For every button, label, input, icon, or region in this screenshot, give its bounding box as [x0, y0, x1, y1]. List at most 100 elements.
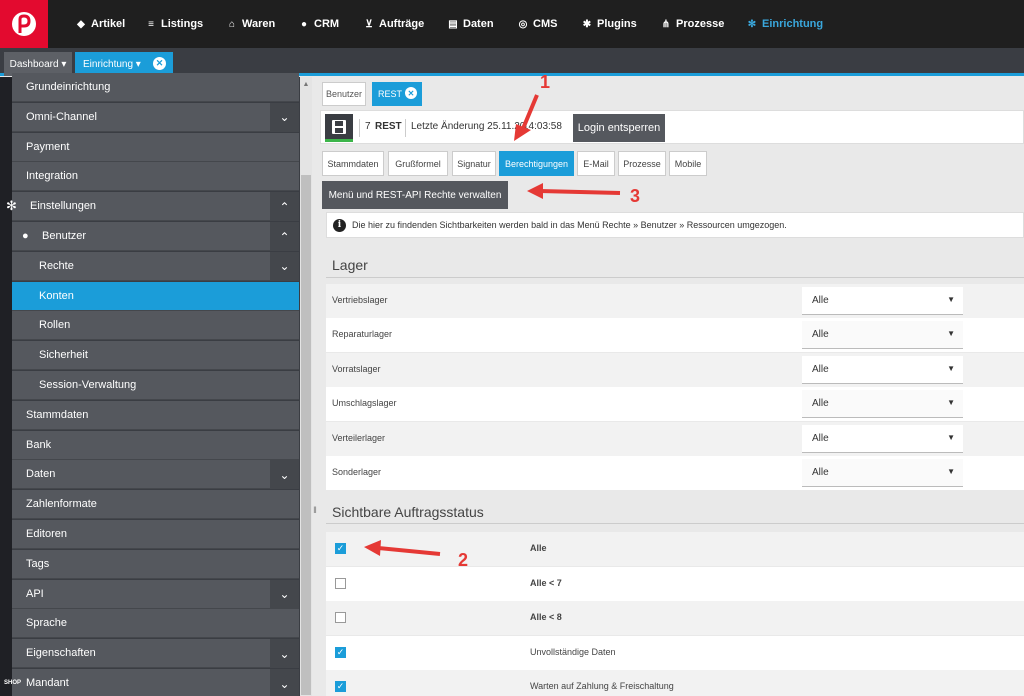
status-checkbox[interactable]: ✓: [335, 681, 346, 692]
chevron-down-icon[interactable]: ⌄: [270, 102, 299, 132]
nav-prozesse[interactable]: ⋔ Prozesse: [661, 0, 725, 48]
sidebar-scrollbar[interactable]: ▲: [300, 77, 312, 696]
subtab-berechtigungen[interactable]: Berechtigungen: [499, 151, 574, 176]
sidebar-item-label: Grundeinrichtung: [26, 81, 111, 93]
subtab-grussformel[interactable]: Grußformel: [388, 151, 448, 176]
warehouse-select[interactable]: Alle ▼: [802, 321, 963, 350]
chevron-down-icon[interactable]: ⌄: [270, 251, 299, 281]
sidebar-item-daten[interactable]: Daten ⌄: [12, 460, 299, 490]
status-checkbox[interactable]: [335, 612, 346, 623]
nav-crm[interactable]: ● CRM: [299, 0, 339, 48]
sidebar-item-grundeinrichtung[interactable]: Grundeinrichtung: [12, 73, 299, 102]
sidebar-item-mandant[interactable]: SHOP Mandant ⌄: [4, 669, 299, 696]
sidebar-item-bank[interactable]: Bank: [12, 430, 299, 460]
status-checkbox[interactable]: [335, 577, 346, 589]
toolbar-divider: [405, 119, 406, 137]
subtab-stammdaten[interactable]: Stammdaten: [322, 151, 384, 176]
sidebar-item-eigenschaften[interactable]: Eigenschaften ⌄: [12, 639, 299, 669]
sidebar-item-rollen[interactable]: Rollen: [12, 311, 299, 341]
warehouse-icon: ⌂: [228, 18, 236, 30]
nav-cms[interactable]: ◎ CMS: [518, 0, 558, 48]
select-value: Alle: [812, 432, 829, 444]
nav-listings[interactable]: ≡ Listings: [146, 0, 203, 48]
unlock-login-button[interactable]: Login entsperren: [573, 114, 665, 142]
nav-daten[interactable]: ▤ Daten: [448, 0, 493, 48]
manage-rights-button[interactable]: Menü und REST-API Rechte verwalten: [322, 181, 508, 209]
sidebar-item-tags[interactable]: Tags: [12, 549, 299, 579]
sidebar-item-rechte[interactable]: Rechte ⌄: [12, 251, 299, 281]
chevron-up-icon[interactable]: ⌃: [270, 192, 299, 222]
nav-artikel[interactable]: ◆ Artikel: [76, 0, 125, 48]
warehouse-label: Vorratslager: [332, 363, 381, 374]
sidebar-item-label: Stammdaten: [26, 408, 89, 421]
sidebar-item-benutzer[interactable]: ● Benutzer ⌃: [12, 222, 299, 251]
sidebar-item-integration[interactable]: Integration: [12, 162, 299, 192]
sidebar-item-payment[interactable]: Payment: [12, 132, 299, 162]
sidebar-item-label: Sicherheit: [39, 349, 88, 362]
status-label: Warten auf Zahlung & Freischaltung: [530, 681, 674, 691]
warehouse-select[interactable]: Alle ▼: [802, 424, 963, 453]
caret-down-icon: ▼: [947, 467, 955, 476]
warehouse-row: Sonderlager Alle ▼: [326, 456, 1024, 490]
nav-plugins[interactable]: ✱ Plugins: [582, 0, 637, 48]
select-value: Alle: [812, 467, 829, 478]
sidebar-item-api[interactable]: API ⌄: [12, 579, 299, 609]
close-tab-icon[interactable]: ✕: [153, 57, 166, 70]
warehouse-select[interactable]: Alle ▼: [802, 459, 963, 487]
chevron-up-icon[interactable]: ⌃: [270, 222, 299, 251]
sidebar-gutter: [0, 77, 12, 696]
nav-waren[interactable]: ⌂ Waren: [227, 0, 275, 48]
warehouse-select[interactable]: Alle ▼: [802, 355, 963, 384]
nav-auftraege[interactable]: ⊻ Aufträge: [364, 0, 424, 48]
sidebar-item-label: Einstellungen: [30, 200, 97, 213]
sidebar-item-sprache[interactable]: Sprache: [12, 609, 299, 639]
warehouse-row: Verteilerlager Alle ▼: [326, 421, 1024, 456]
scrollbar-thumb[interactable]: [301, 175, 311, 695]
sidebar-item-session-verwaltung[interactable]: Session-Verwaltung: [12, 371, 299, 400]
status-checkbox[interactable]: ✓: [335, 646, 346, 658]
sidebar-item-label: Session-Verwaltung: [39, 379, 137, 391]
caret-down-icon: ▼: [947, 363, 955, 373]
sidebar-item-label: Editoren: [26, 528, 67, 540]
sidebar-item-stammdaten[interactable]: Stammdaten: [12, 400, 299, 430]
annotation-number-1: 1: [540, 72, 551, 92]
chevron-down-icon[interactable]: ⌄: [270, 579, 299, 609]
save-button[interactable]: [325, 114, 353, 142]
chevron-down-icon[interactable]: ⌄: [270, 460, 299, 490]
annotation-number-2: 2: [458, 550, 469, 570]
warehouse-select[interactable]: Alle ▼: [802, 390, 963, 419]
chevron-down-icon[interactable]: ⌄: [270, 639, 299, 669]
scroll-up-arrow-icon[interactable]: ▲: [301, 81, 311, 89]
select-value: Alle: [812, 329, 829, 341]
tab-benutzer[interactable]: Benutzer: [322, 82, 366, 106]
warehouse-label: Reparaturlager: [332, 329, 393, 340]
sidebar-item-sicherheit[interactable]: Sicherheit: [12, 341, 299, 371]
floppy-disk-icon: [332, 119, 346, 134]
status-checkbox[interactable]: ✓: [335, 543, 346, 554]
tab-rest[interactable]: REST ✕: [372, 82, 422, 106]
warehouse-select[interactable]: Alle ▼: [802, 287, 963, 315]
select-value: Alle: [812, 295, 829, 306]
puzzle-icon: ✱: [582, 18, 592, 30]
status-label: Alle < 7: [530, 577, 562, 588]
sidebar-item-editoren[interactable]: Editoren: [12, 520, 299, 549]
sidebar-item-zahlenformate[interactable]: Zahlenformate: [12, 490, 299, 520]
nav-einrichtung[interactable]: ✻ Einrichtung: [747, 0, 823, 48]
subtab-mobile[interactable]: Mobile: [669, 151, 707, 176]
close-rest-tab-icon[interactable]: ✕: [405, 87, 417, 99]
shop-icon: SHOP: [4, 680, 22, 686]
sidebar-item-konten[interactable]: Konten: [12, 281, 299, 311]
sidebar-item-label: Omni-Channel: [26, 110, 97, 123]
subtab-email[interactable]: E-Mail: [577, 151, 615, 176]
gear-icon: ✻: [6, 198, 17, 214]
sidebar-item-label: Mandant: [26, 677, 69, 689]
subtab-prozesse[interactable]: Prozesse: [618, 151, 666, 176]
sidebar-item-omni-channel[interactable]: Omni-Channel ⌄: [12, 102, 299, 132]
plenty-logo[interactable]: [0, 0, 48, 48]
user-icon: ●: [22, 230, 29, 242]
sidebar-item-einstellungen[interactable]: ✻ Einstellungen ⌃: [6, 192, 299, 222]
subtab-signatur[interactable]: Signatur: [452, 151, 496, 176]
user-toolbar: 7 REST Letzte Änderung 25.11.20 14:03:58…: [320, 110, 1024, 144]
select-value: Alle: [812, 398, 829, 410]
chevron-down-icon[interactable]: ⌄: [270, 669, 299, 696]
